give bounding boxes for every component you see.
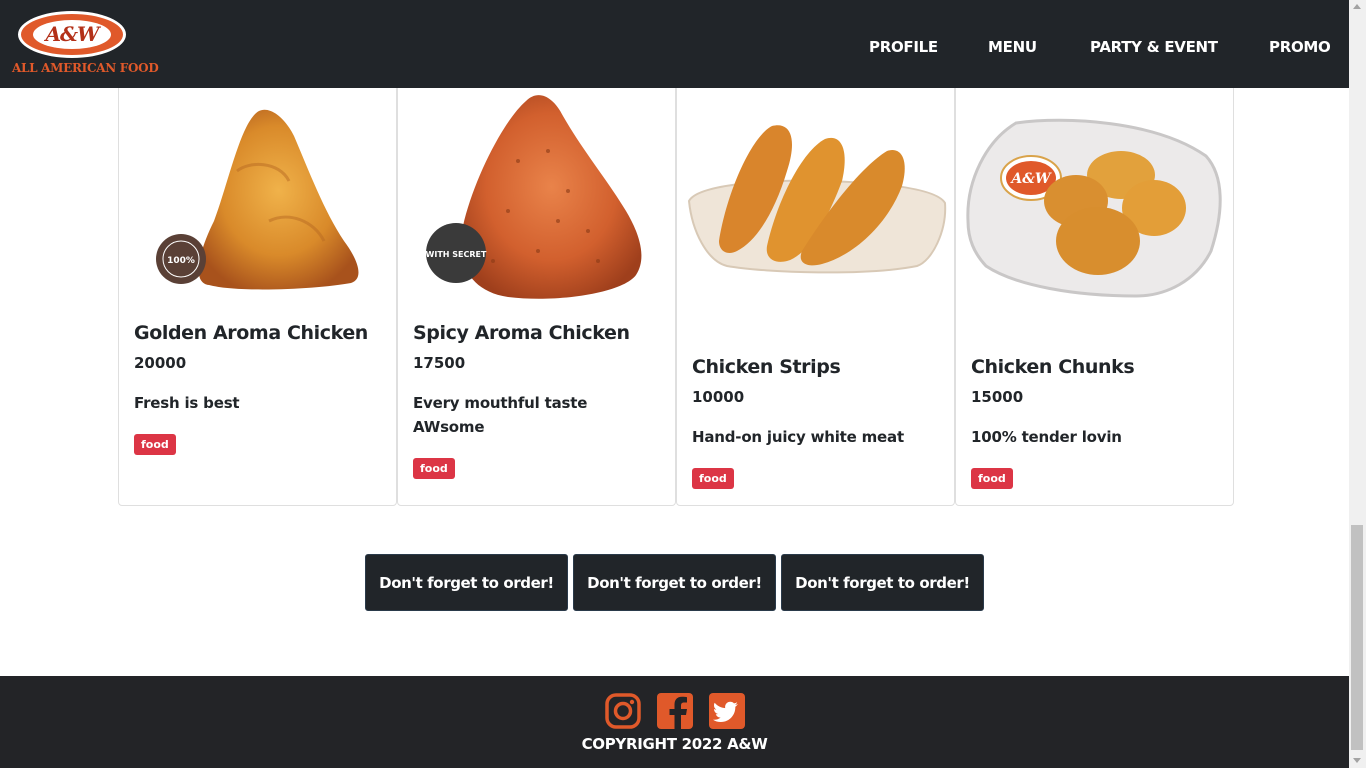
- product-price: 20000: [134, 354, 187, 372]
- navbar: A&W ALL AMERICAN FOOD PROFILE MENU PARTY…: [0, 0, 1349, 88]
- page-scrollbar[interactable]: [1349, 0, 1366, 768]
- product-name: Spicy Aroma Chicken: [413, 322, 630, 344]
- product-description: Fresh is best: [134, 394, 240, 412]
- nav-item-menu[interactable]: MENU: [988, 38, 1037, 56]
- facebook-icon[interactable]: [657, 693, 693, 729]
- product-price: 15000: [971, 388, 1024, 406]
- nav-item-party-event[interactable]: PARTY & EVENT: [1090, 38, 1218, 56]
- product-name: Chicken Chunks: [971, 356, 1135, 378]
- brand-logo[interactable]: A&W ALL AMERICAN FOOD: [11, 11, 159, 79]
- chicken-chunks-image: A&W: [966, 118, 1222, 298]
- product-description: 100% tender lovin: [971, 428, 1122, 446]
- category-badge: food: [971, 468, 1013, 489]
- copyright-text: COPYRIGHT 2022 A&W: [581, 735, 768, 753]
- order-button[interactable]: Don't forget to order!: [365, 554, 568, 611]
- product-price: 10000: [692, 388, 745, 406]
- svg-text:100%: 100%: [167, 256, 195, 266]
- twitter-icon[interactable]: [709, 693, 745, 729]
- footer: COPYRIGHT 2022 A&W: [0, 676, 1349, 768]
- logo-emblem: A&W: [18, 11, 126, 58]
- category-badge: food: [134, 434, 176, 455]
- product-description: Every mouthful taste AWsome: [413, 394, 588, 436]
- instagram-icon[interactable]: [605, 693, 641, 729]
- golden-chicken-image: 100%: [156, 109, 359, 290]
- chicken-strips-image: [687, 125, 947, 274]
- order-button[interactable]: Don't forget to order!: [573, 554, 776, 611]
- category-badge: food: [413, 458, 455, 479]
- product-card: 100% Golden Aroma Chicken 20000 Fresh is…: [118, 60, 397, 506]
- spicy-chicken-image: WITH SECRET: [426, 95, 642, 299]
- product-description: Hand-on juicy white meat: [692, 428, 904, 446]
- scroll-thumb[interactable]: [1351, 525, 1363, 750]
- scroll-down-arrow-icon[interactable]: [1353, 758, 1361, 763]
- product-price: 17500: [413, 354, 466, 372]
- stamp-text: WITH SECRET: [426, 250, 487, 259]
- scroll-up-arrow-icon[interactable]: [1353, 4, 1361, 9]
- logo-tagline: ALL AMERICAN FOOD: [12, 61, 159, 75]
- nav-item-promo[interactable]: PROMO: [1269, 38, 1331, 56]
- nav-item-profile[interactable]: PROFILE: [869, 38, 938, 56]
- logo-text: A&W: [45, 22, 99, 46]
- category-badge: food: [692, 468, 734, 489]
- product-card: Chicken Strips 10000 Hand-on juicy white…: [676, 60, 955, 506]
- order-button[interactable]: Don't forget to order!: [781, 554, 984, 611]
- product-name: Golden Aroma Chicken: [134, 322, 368, 344]
- product-name: Chicken Strips: [692, 356, 841, 378]
- svg-text:A&W: A&W: [1009, 171, 1052, 187]
- product-card: WITH SECRET Spicy Aroma Chicken 17500 Ev…: [397, 60, 676, 506]
- product-card: A&W Chicken Chunks 15000 100% tender lov…: [955, 60, 1234, 506]
